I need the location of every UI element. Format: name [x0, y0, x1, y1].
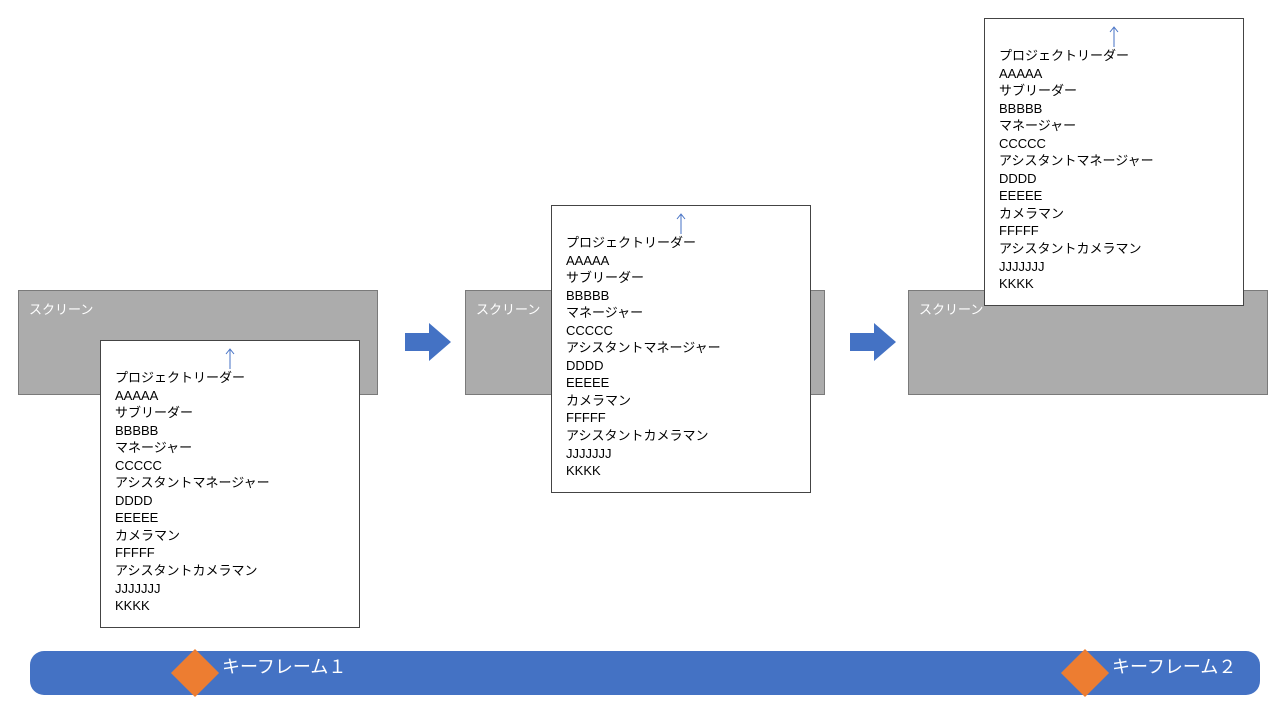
timeline-bar: キーフレーム１ キーフレーム２	[30, 651, 1260, 695]
screen-label: スクリーン	[919, 302, 983, 317]
keyframe-label-2: キーフレーム２	[1112, 653, 1236, 679]
keyframe-label-1: キーフレーム１	[222, 653, 346, 679]
credit-line: アシスタントカメラマン	[115, 562, 345, 580]
credit-line: サブリーダー	[566, 269, 796, 287]
credit-line: JJJJJJJ	[115, 580, 345, 598]
credit-line: CCCCC	[115, 457, 345, 475]
credit-line: BBBBB	[115, 422, 345, 440]
credit-line: カメラマン	[999, 205, 1229, 223]
credit-line: アシスタントカメラマン	[566, 427, 796, 445]
credit-line: アシスタントマネージャー	[115, 474, 345, 492]
screen-label: スクリーン	[476, 302, 540, 317]
credit-line: EEEEE	[999, 187, 1229, 205]
up-arrow-icon	[1108, 25, 1120, 52]
credit-line: サブリーダー	[999, 82, 1229, 100]
credit-line: FFFFF	[566, 409, 796, 427]
credit-line: DDDD	[999, 170, 1229, 188]
credit-line: JJJJJJJ	[999, 258, 1229, 276]
credit-line: BBBBB	[566, 287, 796, 305]
credit-line: KKKK	[115, 597, 345, 615]
credit-line: KKKK	[566, 462, 796, 480]
credit-line: EEEEE	[566, 374, 796, 392]
credit-line: BBBBB	[999, 100, 1229, 118]
keyframe-marker-2	[1061, 649, 1109, 697]
credit-line: KKKK	[999, 275, 1229, 293]
credit-line: マネージャー	[999, 117, 1229, 135]
credits-box-2: プロジェクトリーダー AAAAA サブリーダー BBBBB マネージャー CCC…	[551, 205, 811, 493]
credit-line: AAAAA	[999, 65, 1229, 83]
credit-line: アシスタントマネージャー	[999, 152, 1229, 170]
credit-line: FFFFF	[999, 222, 1229, 240]
credits-box-1: プロジェクトリーダー AAAAA サブリーダー BBBBB マネージャー CCC…	[100, 340, 360, 628]
credit-line: カメラマン	[115, 527, 345, 545]
arrow-right-icon	[850, 320, 898, 369]
up-arrow-icon	[224, 347, 236, 374]
credit-line: JJJJJJJ	[566, 445, 796, 463]
credit-line: マネージャー	[566, 304, 796, 322]
credit-line: マネージャー	[115, 439, 345, 457]
arrow-right-icon	[405, 320, 453, 369]
up-arrow-icon	[675, 212, 687, 239]
credit-line: サブリーダー	[115, 404, 345, 422]
credit-line: EEEEE	[115, 509, 345, 527]
credit-line: AAAAA	[115, 387, 345, 405]
keyframe-marker-1	[171, 649, 219, 697]
credit-line: FFFFF	[115, 544, 345, 562]
credit-line: DDDD	[115, 492, 345, 510]
credit-line: CCCCC	[566, 322, 796, 340]
screen-label: スクリーン	[29, 302, 93, 317]
credit-line: AAAAA	[566, 252, 796, 270]
credit-line: アシスタントマネージャー	[566, 339, 796, 357]
credit-line: DDDD	[566, 357, 796, 375]
credit-line: CCCCC	[999, 135, 1229, 153]
credit-line: カメラマン	[566, 392, 796, 410]
credits-box-3: プロジェクトリーダー AAAAA サブリーダー BBBBB マネージャー CCC…	[984, 18, 1244, 306]
credit-line: アシスタントカメラマン	[999, 240, 1229, 258]
screen-3: スクリーン	[908, 290, 1268, 395]
